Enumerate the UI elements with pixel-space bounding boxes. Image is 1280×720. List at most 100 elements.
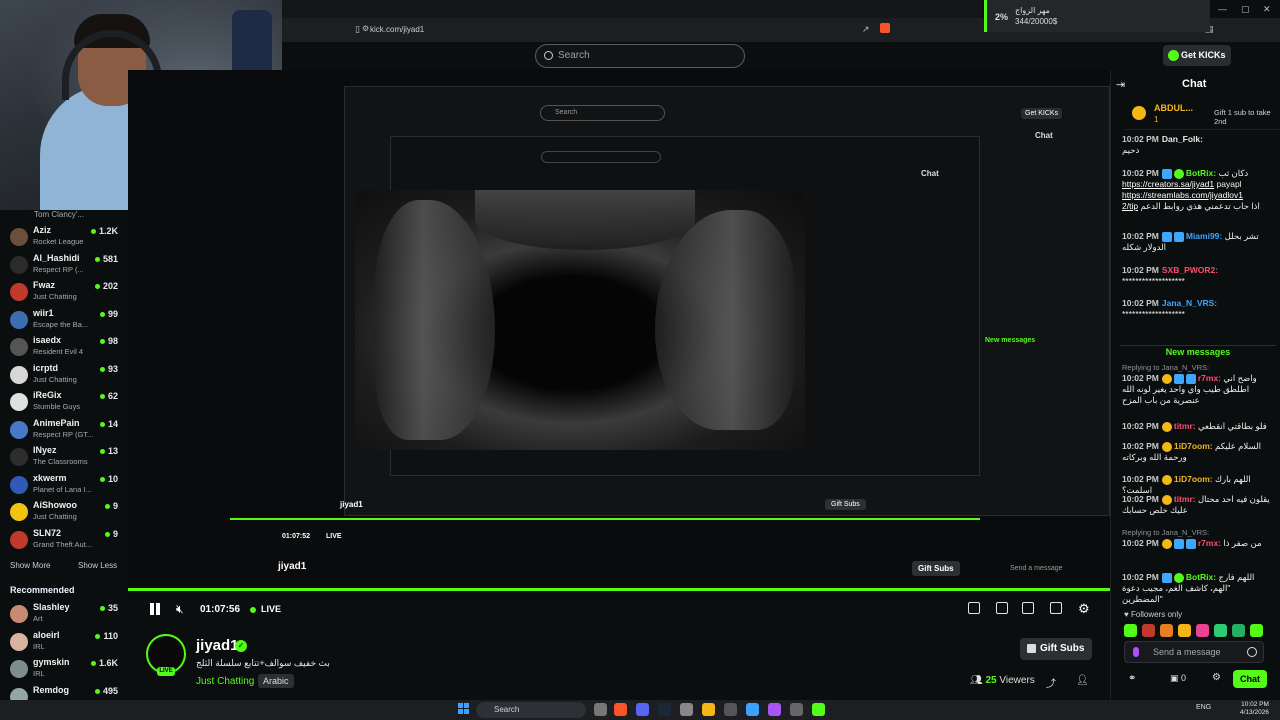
share-icon[interactable]: ⤴: [1046, 675, 1056, 690]
channel-category: Escape the Ba...: [33, 319, 89, 329]
avatar: [10, 530, 28, 549]
chat-link[interactable]: https://creators.sa/jiyad1: [1122, 179, 1214, 189]
sidebar-channel[interactable]: isaedx Resident Evil 4 98: [10, 335, 126, 361]
obs-icon[interactable]: [790, 703, 803, 716]
gifter-badge-icon: [1132, 106, 1146, 120]
sidebar-channel[interactable]: Fwaz Just Chatting 202: [10, 280, 126, 306]
kick-header: [282, 42, 1280, 70]
mute-icon[interactable]: 🔇︎: [176, 602, 184, 617]
app-icon[interactable]: [746, 703, 759, 716]
show-more-link[interactable]: Show More: [10, 561, 50, 570]
clip-icon[interactable]: [996, 602, 1008, 614]
brave-browser-icon[interactable]: [614, 703, 627, 716]
channel-category: Rocket League: [33, 237, 84, 246]
nested-gift-subs: Gift Subs: [825, 499, 866, 510]
chat-message: 10:02 PM Miami99: تشر بحلل الدولار شكله: [1122, 231, 1259, 252]
channel-category: Respect RP (GT...: [33, 429, 94, 439]
sidebar-channel[interactable]: AnimePain Respect RP (GT... 14: [10, 418, 126, 444]
channel-viewers: 1.2K: [91, 226, 118, 236]
streamer-name[interactable]: jiyad1: [196, 637, 239, 654]
nested-chat-title-2: Chat: [921, 169, 939, 178]
theater-mode-icon[interactable]: [968, 602, 980, 614]
channel-viewers: 62: [100, 391, 118, 401]
channel-category: IRL: [33, 669, 45, 678]
fullscreen-icon[interactable]: [1050, 602, 1062, 614]
input-language[interactable]: ENG: [1196, 704, 1211, 711]
nested-search: Search: [540, 105, 665, 121]
search-input[interactable]: Search: [535, 44, 745, 68]
gift-subs-button[interactable]: Gift Subs: [1020, 638, 1092, 660]
taskbar-clock[interactable]: 10:02 PM 4/13/2026: [1240, 701, 1269, 717]
channel-name: AnimePain: [33, 417, 80, 428]
chat-message: 10:02 PM 1iD7oom: السلام عليكم ورحمة الله…: [1122, 441, 1262, 462]
taskbar-search[interactable]: Search: [476, 702, 586, 718]
chat-link[interactable]: 2/tip: [1122, 201, 1138, 211]
link-icon[interactable]: ⚭: [1128, 673, 1136, 684]
sub-goal-percent: 2%: [995, 12, 1009, 22]
windows-start-icon[interactable]: [458, 703, 470, 715]
avatar: [10, 393, 28, 411]
channel-name: iReGix: [33, 390, 62, 400]
sidebar-channel[interactable]: Aziz Rocket League 1.2K: [10, 225, 126, 251]
sidebar-channel[interactable]: Slashley Art 35: [10, 602, 126, 628]
sidebar-channel[interactable]: aloeirl IRL 110: [10, 630, 126, 656]
chat-settings-icon[interactable]: ⚙: [1212, 672, 1221, 683]
channel-category: Grand Theft Aut...: [33, 539, 93, 549]
bookmark-icon[interactable]: ▯: [355, 24, 360, 35]
emote-quick-bar[interactable]: [1124, 624, 1274, 638]
discord-icon[interactable]: [636, 703, 649, 716]
share-page-icon[interactable]: ↗: [862, 24, 870, 35]
chat-send-button[interactable]: Chat: [1233, 670, 1267, 688]
pip-icon[interactable]: [1022, 602, 1034, 614]
maximize-icon[interactable]: ▢: [1241, 4, 1250, 15]
language-tag[interactable]: Arabic: [258, 674, 294, 688]
channel-viewers: 581: [95, 254, 118, 264]
sidebar-channel[interactable]: INyez The Classrooms 13: [10, 445, 126, 471]
chat-message: 10:02 PM 1iD7oom: اللهم بارك اسلمت؟: [1122, 474, 1251, 495]
streamer-avatar[interactable]: LIVE: [146, 634, 186, 676]
new-messages-divider[interactable]: New messages: [1120, 345, 1276, 357]
site-info-icon[interactable]: ⚙: [362, 24, 369, 33]
sidebar-channel[interactable]: xkwerm Planet of Lana I... 10: [10, 473, 126, 499]
chat-message-input[interactable]: Send a message: [1124, 641, 1264, 663]
stream-category[interactable]: Just Chatting: [196, 676, 254, 687]
minimize-icon[interactable]: —: [1218, 4, 1227, 14]
kick-app-icon[interactable]: [812, 703, 825, 716]
close-icon[interactable]: ✕: [1263, 4, 1271, 15]
url-field[interactable]: kick.com/jiyad1: [370, 22, 870, 38]
mic-icon[interactable]: [1133, 647, 1139, 657]
sidebar-channel[interactable]: gymskin IRL 1.6K: [10, 657, 126, 683]
sidebar-channel[interactable]: wiir1 Escape the Ba... 99: [10, 308, 126, 334]
get-kicks-button[interactable]: Get KICKs: [1163, 45, 1231, 66]
brave-shield-icon[interactable]: [880, 23, 890, 33]
app-icon[interactable]: [724, 703, 737, 716]
steam-icon[interactable]: [658, 703, 671, 716]
pinned-gift-banner[interactable]: ABDUL... 1 Gift 1 sub to take 2nd: [1124, 100, 1280, 130]
channel-name: INyez: [33, 445, 57, 455]
follow-icon[interactable]: 👤︎: [1076, 675, 1089, 686]
pause-button[interactable]: [148, 602, 162, 616]
gift-icon: [1027, 644, 1036, 653]
sidebar-channel[interactable]: SLN72 Grand Theft Aut... 9: [10, 528, 126, 554]
emoji-icon[interactable]: [1247, 647, 1257, 657]
sidebar-channel[interactable]: AiShowoo Just Chatting 9: [10, 500, 126, 526]
sidebar-channel[interactable]: icrptd Just Chatting 93: [10, 363, 126, 389]
collapse-chat-icon[interactable]: ⇥: [1116, 78, 1125, 91]
sidebar-channel[interactable]: Al_Hashidi Respect RP (... 581: [10, 253, 126, 279]
channel-viewers: 14: [100, 419, 118, 429]
stream-uptime: 01:07:56: [200, 604, 241, 615]
channel-viewers: 93: [100, 364, 118, 374]
channel-name: wiir1: [33, 307, 54, 318]
app-icon[interactable]: [768, 703, 781, 716]
video-progress-bar[interactable]: [128, 588, 1110, 591]
show-less-link[interactable]: Show Less: [78, 561, 117, 570]
app-icon[interactable]: [680, 703, 693, 716]
channel-name: Aziz: [33, 225, 51, 235]
channel-viewers: 495: [95, 686, 118, 696]
sidebar-channel[interactable]: iReGix Stumble Guys 62: [10, 390, 126, 416]
channel-viewers: 202: [95, 281, 118, 291]
settings-gear-icon[interactable]: ⚙: [1078, 601, 1090, 617]
chat-link[interactable]: https://streamlabs.com/jiyadlov1: [1122, 190, 1243, 200]
file-explorer-icon[interactable]: [702, 703, 715, 716]
task-view-icon[interactable]: [594, 703, 607, 716]
